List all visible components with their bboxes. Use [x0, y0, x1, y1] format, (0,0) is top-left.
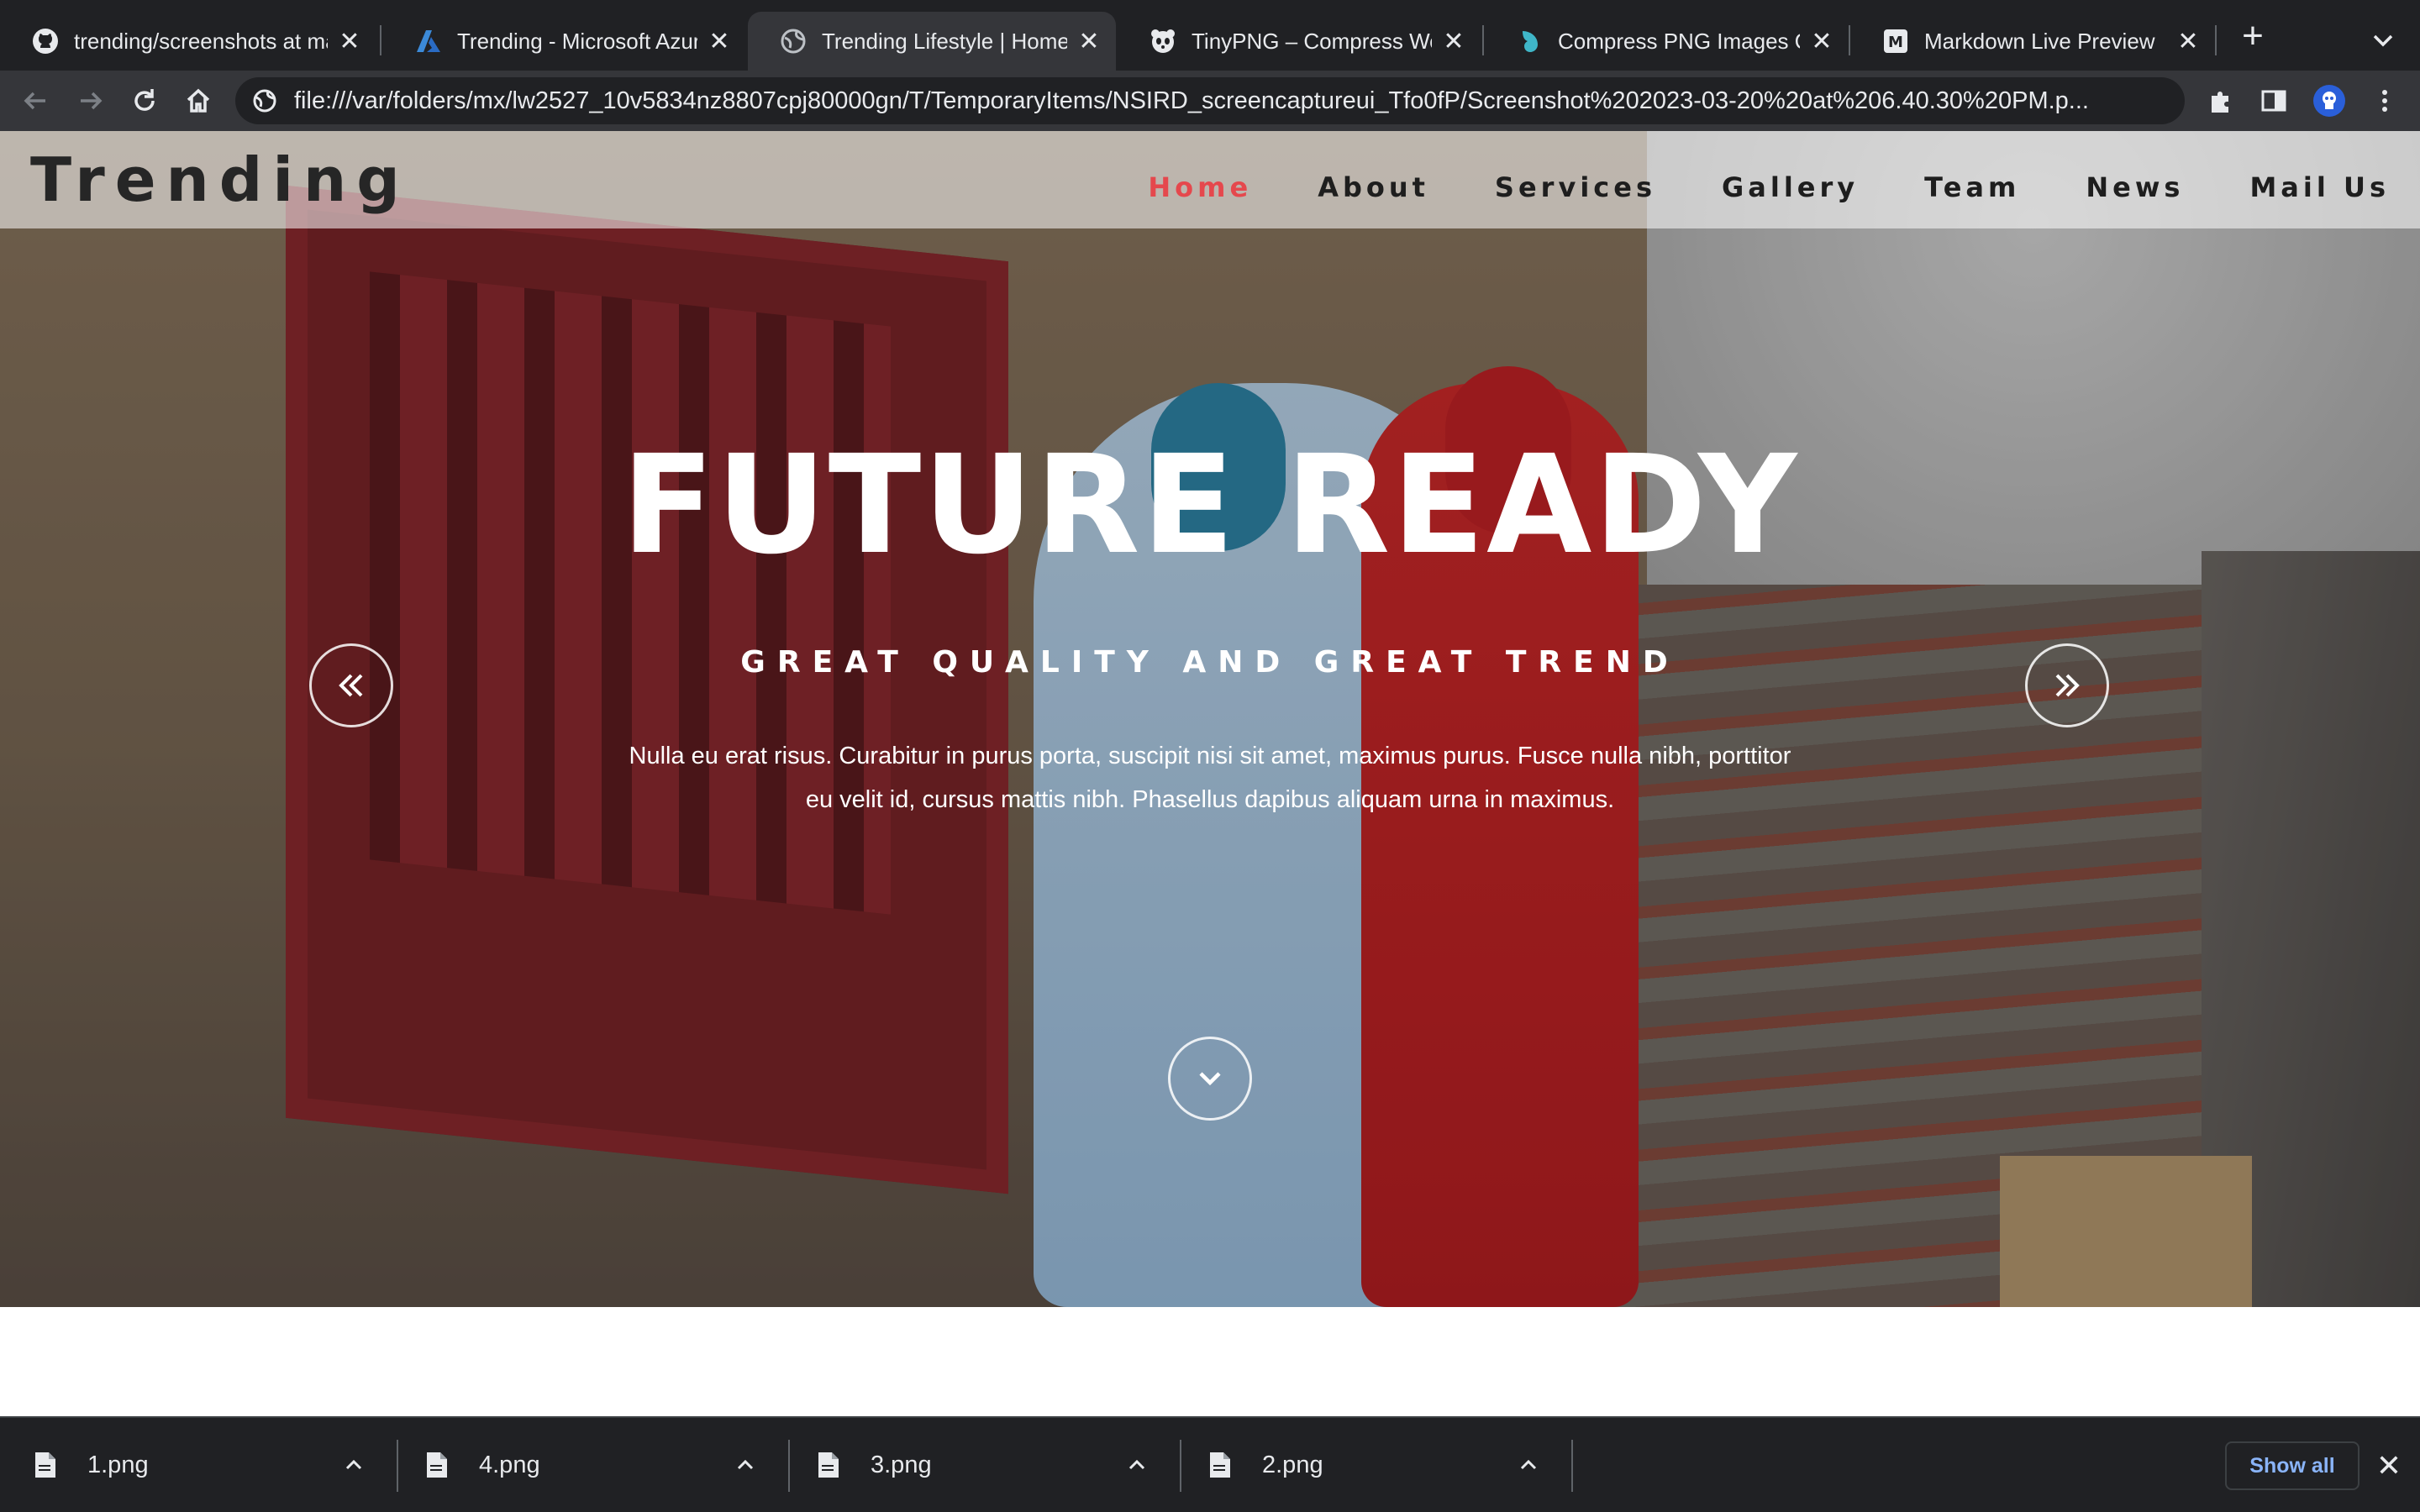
chevron-up-icon — [345, 1459, 362, 1470]
puzzle-icon — [2212, 92, 2228, 113]
file-icon — [1210, 1452, 1230, 1478]
extensions-button[interactable] — [2203, 82, 2240, 119]
download-filename: 2.png — [1262, 1451, 1323, 1478]
globe-icon — [780, 28, 807, 55]
slider-next-button[interactable] — [2025, 643, 2109, 727]
nav-gallery[interactable]: Gallery — [1722, 171, 1859, 203]
arrow-left-icon — [24, 92, 45, 110]
download-item[interactable]: 4.png — [392, 1418, 786, 1512]
slider-prev-button[interactable] — [309, 643, 393, 727]
nav-home[interactable]: Home — [1148, 171, 1252, 203]
home-icon — [187, 88, 210, 113]
home-button[interactable] — [180, 82, 217, 119]
close-tab-icon[interactable]: ✕ — [2176, 28, 2200, 55]
double-chevron-right-icon — [2055, 674, 2080, 697]
file-icon — [427, 1452, 447, 1478]
scroll-down-button[interactable] — [1168, 1037, 1252, 1121]
nav-mail-us[interactable]: Mail Us — [2249, 171, 2390, 203]
download-item[interactable]: 2.png — [1175, 1418, 1570, 1512]
site-navbar: Trending Home About Services Gallery Tea… — [0, 131, 2420, 228]
hero-section: Trending Home About Services Gallery Tea… — [0, 131, 2420, 1307]
tab-title: TinyPNG – Compress WebP — [1192, 28, 1432, 54]
tab-compress-png[interactable]: Compress PNG Images Onl ✕ — [1484, 12, 1849, 71]
side-panel-icon — [2261, 90, 2286, 112]
back-button[interactable] — [17, 82, 54, 119]
close-tab-icon[interactable]: ✕ — [1077, 28, 1101, 55]
tab-title: Markdown Live Preview — [1924, 28, 2155, 54]
download-filename: 1.png — [87, 1451, 149, 1478]
show-all-downloads-button[interactable]: Show all — [2225, 1441, 2360, 1490]
download-filename: 4.png — [479, 1451, 540, 1478]
tab-title: Trending Lifestyle | Home — [822, 28, 1067, 54]
close-tab-icon[interactable]: ✕ — [708, 28, 731, 55]
nav-team[interactable]: Team — [1924, 171, 2020, 203]
new-tab-button[interactable]: + — [2235, 18, 2270, 55]
tab-title: Trending - Microsoft Azure — [457, 28, 697, 54]
reload-button[interactable] — [126, 82, 163, 119]
tab-title: trending/screenshots at ma — [74, 28, 328, 54]
url-text: file:///var/folders/mx/lw2527_10v5834nz8… — [294, 87, 2089, 114]
tab-divider — [2215, 25, 2217, 55]
tab-azure[interactable]: Trending - Microsoft Azure ✕ — [383, 12, 746, 71]
forward-button[interactable] — [72, 82, 109, 119]
close-downloads-bar-icon[interactable]: ✕ — [2375, 1451, 2403, 1481]
site-logo[interactable]: Trending — [30, 144, 410, 215]
download-divider — [1571, 1440, 1573, 1492]
reload-icon — [134, 89, 155, 111]
download-item[interactable]: 3.png — [783, 1418, 1178, 1512]
kebab-menu-icon — [2382, 90, 2387, 112]
close-tab-icon[interactable]: ✕ — [1810, 28, 1833, 55]
hero-description: Nulla eu erat risus. Curabitur in purus … — [629, 743, 1791, 813]
tab-markdown-preview[interactable]: M Markdown Live Preview ✕ — [1850, 12, 2215, 71]
menu-kebab-button[interactable] — [2366, 82, 2403, 119]
tab-strip: trending/screenshots at ma ✕ Trending - … — [0, 0, 2420, 71]
double-chevron-left-icon — [339, 674, 363, 697]
nav-about[interactable]: About — [1318, 171, 1429, 203]
tab-search-chevron-icon[interactable] — [2368, 25, 2398, 55]
svg-text:M: M — [1888, 34, 1903, 51]
close-tab-icon[interactable]: ✕ — [1442, 28, 1465, 55]
chevron-up-icon — [1128, 1459, 1145, 1470]
compresspng-icon — [1516, 28, 1543, 55]
file-icon — [35, 1452, 55, 1478]
main-menu: Home About Services Gallery Team News Ma… — [1082, 171, 2390, 203]
arrow-right-icon — [81, 92, 103, 110]
tab-title: Compress PNG Images Onl — [1558, 28, 1800, 54]
tab-trending-lifestyle[interactable]: Trending Lifestyle | Home ✕ — [748, 12, 1116, 71]
download-item[interactable]: 1.png — [0, 1418, 395, 1512]
azure-icon — [415, 28, 442, 55]
profile-button[interactable] — [2311, 82, 2348, 119]
file-icon — [818, 1452, 839, 1478]
markdown-icon: M — [1882, 28, 1909, 55]
hero-title: FUTURE READY — [621, 427, 1799, 585]
nav-news[interactable]: News — [2086, 171, 2184, 203]
close-tab-icon[interactable]: ✕ — [338, 28, 361, 55]
download-filename: 3.png — [871, 1451, 932, 1478]
chevron-up-icon — [1520, 1459, 1537, 1470]
tab-tinypng[interactable]: TinyPNG – Compress WebP ✕ — [1118, 12, 1481, 71]
chevron-up-icon — [737, 1459, 754, 1470]
github-icon — [32, 28, 59, 55]
globe-icon — [252, 88, 277, 113]
side-panel-button[interactable] — [2255, 82, 2292, 119]
browser-toolbar: file:///var/folders/mx/lw2527_10v5834nz8… — [0, 71, 2420, 131]
page-viewport: Trending Home About Services Gallery Tea… — [0, 131, 2420, 1416]
panda-icon — [1150, 28, 1176, 55]
avatar — [2313, 85, 2345, 117]
downloads-bar: 1.png 4.png 3.png 2.png Show all ✕ — [0, 1416, 2420, 1512]
chevron-down-icon — [1199, 1072, 1221, 1086]
nav-services[interactable]: Services — [1495, 171, 1656, 203]
address-bar[interactable]: file:///var/folders/mx/lw2527_10v5834nz8… — [235, 77, 2185, 124]
tab-divider — [380, 25, 381, 55]
tab-github[interactable]: trending/screenshots at ma ✕ — [0, 12, 376, 71]
